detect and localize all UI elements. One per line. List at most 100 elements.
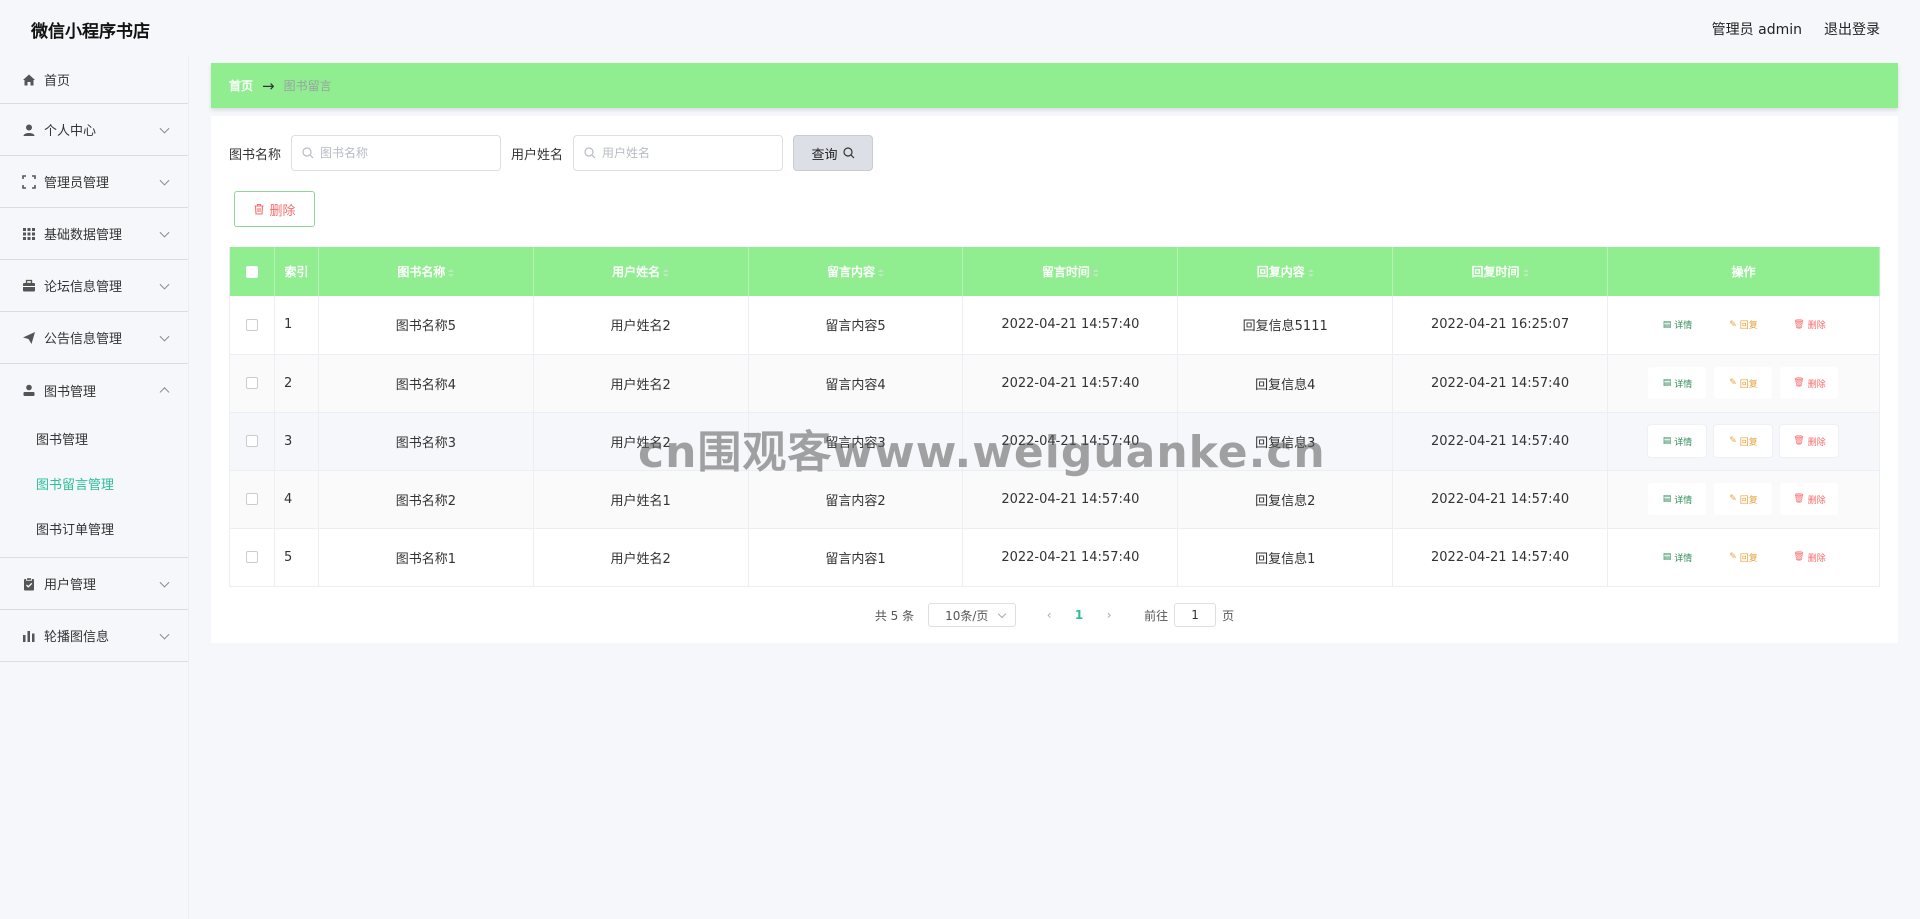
- reply-button[interactable]: ✎ 回复: [1714, 425, 1773, 457]
- user-name-input[interactable]: [602, 146, 773, 160]
- sort-icon[interactable]: [663, 268, 670, 277]
- grid-icon: [22, 227, 36, 241]
- sidebar-item-notice[interactable]: 公告信息管理: [0, 312, 188, 364]
- page-number-current[interactable]: 1: [1064, 608, 1094, 622]
- cell-book: 图书名称3: [318, 412, 534, 471]
- main-panel: 图书名称 用户姓名 查询 删除 索引 图书名称 用户姓名 留言内: [211, 116, 1898, 643]
- prev-page-button[interactable]: ‹: [1034, 608, 1064, 622]
- row-checkbox[interactable]: [245, 551, 258, 563]
- user-name-label: 用户姓名: [511, 147, 564, 163]
- row-checkbox[interactable]: [245, 318, 258, 331]
- reply-button[interactable]: ✎ 回复: [1714, 541, 1773, 573]
- cell-user: 用户姓名2: [533, 296, 749, 355]
- column-header-label: 留言内容: [827, 265, 876, 279]
- row-checkbox[interactable]: [245, 377, 258, 389]
- column-header-user[interactable]: 用户姓名: [533, 247, 749, 296]
- user-name-field[interactable]: [573, 135, 784, 171]
- cell-content: 留言内容5: [748, 296, 964, 355]
- query-button[interactable]: 查询: [793, 135, 874, 171]
- detail-label: 详情: [1674, 379, 1693, 390]
- cell-user: 用户姓名2: [533, 354, 749, 413]
- column-header-index: 索引: [274, 247, 319, 296]
- table-row: 5 图书名称1 用户姓名2 留言内容1 2022-04-21 14:57:40 …: [229, 528, 1881, 587]
- submenu-item-book-manage[interactable]: 图书管理: [0, 416, 188, 461]
- column-header-label: 留言时间: [1041, 265, 1090, 279]
- sidebar-item-label: 基础数据管理: [44, 228, 123, 243]
- paper-plane-icon: [22, 331, 36, 345]
- goto-suffix: 页: [1222, 608, 1235, 623]
- bulk-delete-label: 删除: [269, 203, 296, 219]
- column-header-content[interactable]: 留言内容: [748, 247, 964, 296]
- cell-book: 图书名称1: [318, 528, 534, 587]
- query-button-label: 查询: [811, 147, 838, 163]
- column-header-reply[interactable]: 回复内容: [1177, 247, 1394, 296]
- sort-icon[interactable]: [1092, 268, 1099, 277]
- sidebar-item-base-data[interactable]: 基础数据管理: [0, 208, 188, 260]
- detail-button[interactable]: ▤ 详情: [1648, 308, 1707, 341]
- detail-button[interactable]: ▤ 详情: [1648, 483, 1707, 515]
- next-page-button[interactable]: ›: [1094, 608, 1124, 622]
- book-name-field[interactable]: [291, 135, 502, 171]
- column-header-reply-time[interactable]: 回复时间: [1392, 247, 1608, 296]
- sidebar: 首页 个人中心 管理员管理 基础数据管理 论坛信息管理 公告信息管理 图书管理 …: [0, 56, 189, 919]
- logout-link[interactable]: 退出登录: [1824, 19, 1880, 39]
- cell-content: 留言内容3: [748, 412, 964, 471]
- top-bar: 微信小程序书店 管理员 admin 退出登录: [0, 0, 1920, 56]
- cell-index: 1: [274, 296, 319, 355]
- cell-actions: ▤ 详情 ✎ 回复 🗑 删除: [1607, 470, 1881, 529]
- submenu-item-book-orders[interactable]: 图书订单管理: [0, 506, 188, 551]
- bulk-delete-button[interactable]: 删除: [234, 191, 315, 227]
- select-all-checkbox[interactable]: [245, 266, 258, 278]
- book-name-input[interactable]: [320, 146, 491, 160]
- sort-icon[interactable]: [1522, 268, 1529, 277]
- delete-button[interactable]: 🗑 删除: [1780, 367, 1839, 399]
- sort-icon[interactable]: [878, 268, 885, 277]
- goto-page-input[interactable]: [1174, 603, 1217, 627]
- trash-icon: 🗑: [1793, 319, 1805, 330]
- sidebar-item-home[interactable]: 首页: [0, 56, 188, 104]
- submenu-item-book-messages[interactable]: 图书留言管理: [0, 461, 188, 506]
- delete-button[interactable]: 🗑 删除: [1780, 425, 1839, 457]
- chevron-down-icon: [159, 227, 170, 238]
- cell-book: 图书名称4: [318, 354, 534, 413]
- reply-button[interactable]: ✎ 回复: [1714, 367, 1773, 399]
- document-icon: ▤: [1662, 494, 1672, 504]
- cell-book: 图书名称2: [318, 470, 534, 529]
- reply-button[interactable]: ✎ 回复: [1714, 483, 1773, 515]
- delete-button[interactable]: 🗑 删除: [1780, 308, 1839, 341]
- sort-icon[interactable]: [1307, 268, 1314, 277]
- page-size-select[interactable]: 10条/页: [928, 603, 1017, 627]
- breadcrumb-home-link[interactable]: 首页: [229, 77, 253, 94]
- reply-button[interactable]: ✎ 回复: [1714, 308, 1773, 341]
- search-icon: [584, 147, 596, 159]
- select-all-cell: [229, 247, 275, 296]
- delete-button[interactable]: 🗑 删除: [1780, 541, 1839, 573]
- sidebar-item-admin[interactable]: 管理员管理: [0, 156, 188, 208]
- column-header-book[interactable]: 图书名称: [318, 247, 534, 296]
- sidebar-item-forum[interactable]: 论坛信息管理: [0, 260, 188, 312]
- sidebar-item-carousel[interactable]: 轮播图信息: [0, 610, 188, 662]
- sort-icon[interactable]: [448, 268, 455, 277]
- goto-prefix: 前往: [1144, 608, 1169, 623]
- detail-button[interactable]: ▤ 详情: [1648, 541, 1707, 573]
- cell-index: 2: [274, 354, 319, 413]
- column-header-label: 用户姓名: [612, 265, 661, 279]
- cell-reply: 回复信息4: [1177, 354, 1394, 413]
- sidebar-item-users[interactable]: 用户管理: [0, 558, 188, 610]
- detail-button[interactable]: ▤ 详情: [1648, 367, 1707, 399]
- user-badge-icon: [22, 383, 36, 397]
- admin-user-label[interactable]: 管理员 admin: [1712, 19, 1802, 39]
- cell-reply-time: 2022-04-21 14:57:40: [1392, 412, 1608, 471]
- row-checkbox[interactable]: [245, 435, 258, 447]
- row-checkbox[interactable]: [245, 493, 258, 505]
- reply-label: 回复: [1739, 321, 1758, 332]
- column-header-actions: 操作: [1607, 247, 1881, 296]
- detail-button[interactable]: ▤ 详情: [1648, 425, 1707, 457]
- delete-label: 删除: [1807, 321, 1826, 332]
- column-header-time[interactable]: 留言时间: [962, 247, 1179, 296]
- cell-reply: 回复信息2: [1177, 470, 1394, 529]
- sidebar-item-books[interactable]: 图书管理: [0, 364, 188, 416]
- page-jump: 前往 页: [1144, 603, 1234, 627]
- delete-button[interactable]: 🗑 删除: [1780, 483, 1839, 515]
- sidebar-item-profile[interactable]: 个人中心: [0, 104, 188, 156]
